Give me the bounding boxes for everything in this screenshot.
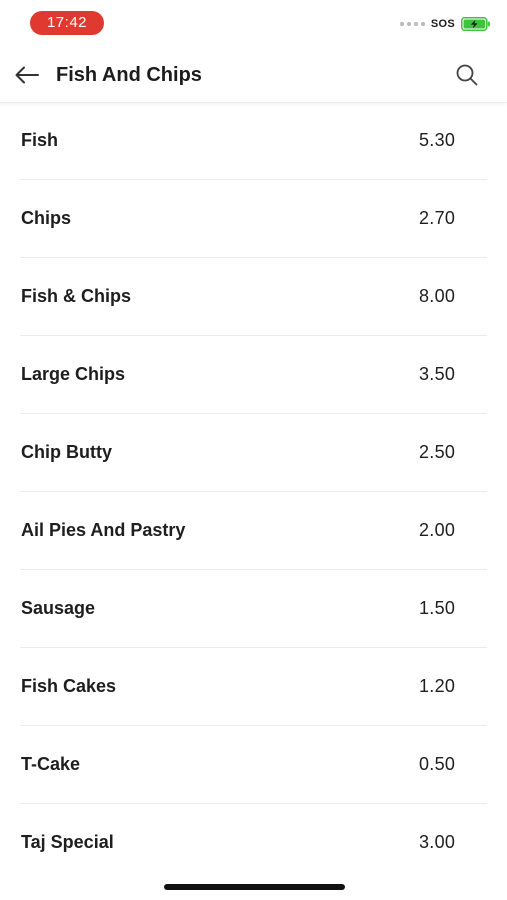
- menu-item[interactable]: Fish & Chips 8.00: [20, 258, 487, 336]
- menu-item[interactable]: Chip Butty 2.50: [20, 414, 487, 492]
- item-price: 3.00: [419, 832, 456, 852]
- item-price: 3.50: [419, 364, 456, 384]
- signal-icon: [399, 21, 425, 26]
- item-price: 2.70: [419, 208, 456, 228]
- menu-item[interactable]: Taj Special 3.00: [20, 804, 487, 881]
- menu-list: Fish 5.30 Chips 2.70 Fish & Chips 8.00 L…: [0, 102, 507, 881]
- arrow-left-icon: [15, 66, 39, 84]
- item-name: Ail Pies And Pastry: [21, 520, 186, 540]
- item-price: 8.00: [419, 286, 456, 306]
- search-icon: [456, 64, 478, 86]
- item-name: Fish & Chips: [21, 286, 132, 306]
- menu-item[interactable]: T-Cake 0.50: [20, 726, 487, 804]
- menu-item[interactable]: Fish 5.30: [20, 102, 487, 180]
- battery-charging-icon: [461, 17, 490, 31]
- status-time: 17:42: [30, 11, 104, 35]
- back-button[interactable]: [12, 60, 42, 90]
- item-price: 1.20: [419, 676, 456, 696]
- home-indicator[interactable]: [164, 884, 345, 890]
- item-name: Large Chips: [21, 364, 126, 384]
- menu-item[interactable]: Large Chips 3.50: [20, 336, 487, 414]
- menu-item[interactable]: Sausage 1.50: [20, 570, 487, 648]
- item-price: 1.50: [419, 598, 456, 618]
- menu-item[interactable]: Chips 2.70: [20, 180, 487, 258]
- item-price: 2.00: [419, 520, 456, 540]
- menu-item[interactable]: Fish Cakes 1.20: [20, 648, 487, 726]
- item-price: 5.30: [419, 130, 456, 150]
- page-title: Fish And Chips: [56, 64, 202, 86]
- item-name: Taj Special: [21, 832, 114, 852]
- item-name: Chip Butty: [21, 442, 112, 462]
- item-name: Fish: [21, 130, 59, 150]
- item-name: Chips: [21, 208, 72, 228]
- carrier-label: SOS: [430, 17, 455, 30]
- menu-item[interactable]: Ail Pies And Pastry 2.00: [20, 492, 487, 570]
- item-price: 0.50: [419, 754, 456, 774]
- item-name: Fish Cakes: [21, 676, 117, 696]
- item-price: 2.50: [419, 442, 456, 462]
- status-bar: 17:42 SOS: [0, 0, 507, 46]
- item-name: Sausage: [21, 598, 96, 618]
- status-indicators: SOS: [399, 17, 490, 31]
- search-button[interactable]: [453, 61, 481, 89]
- app-header: Fish And Chips: [0, 46, 507, 103]
- item-name: T-Cake: [21, 754, 81, 774]
